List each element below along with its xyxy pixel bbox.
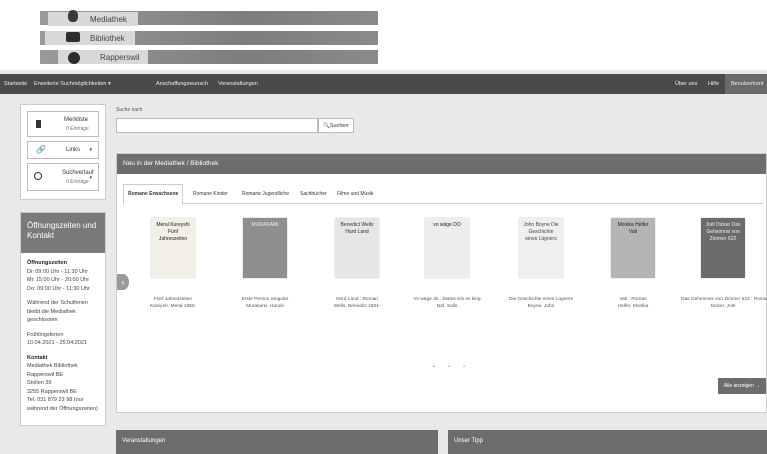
- new-items-tabs: Romane Erwachsene Romane Kinder Romane J…: [123, 182, 763, 205]
- book-author: Helfer, Monika: [617, 304, 649, 309]
- sidebar: Merkliste 0 Einträge 🔗 Links ▾ Suchverla…: [20, 104, 106, 426]
- book-cover[interactable]: John Boyne Die Geschichte eines Lügners: [519, 218, 563, 278]
- carousel-prev-button[interactable]: ‹: [117, 274, 129, 290]
- book-cover-text: MURAKAMI: [251, 222, 279, 228]
- book-item[interactable]: vo wäge DO Vo wäge do : lisstes isis es …: [405, 218, 489, 310]
- search-label: Suche nach: [116, 107, 143, 113]
- book-cover[interactable]: Monika Helfer Vati: [611, 218, 655, 278]
- book-cover-text: Joël Dicker Das Geheimnis von Zimmer 622: [705, 222, 741, 242]
- search-button-label: Suchen: [329, 123, 349, 129]
- bookmark-icon: [36, 120, 41, 128]
- contact-line: während der Öffnungszeiten): [27, 405, 98, 412]
- tab-filme-musik[interactable]: Filme und Musik: [333, 185, 377, 204]
- user-tools-box: Merkliste 0 Einträge 🔗 Links ▾ Suchverla…: [20, 104, 106, 200]
- contact-line: Stollen 39: [27, 380, 52, 386]
- book-author: Boyne, John: [527, 304, 555, 309]
- book-author: Wells, Benedict 1984-: [333, 304, 381, 309]
- opening-hours-body: Öffnungszeiten Di: 09:00 Uhr - 11:30 Uhr…: [21, 253, 105, 425]
- book-cover-text: John Boyne Die Geschichte eines Lügners: [523, 222, 559, 242]
- history-icon: [34, 172, 42, 180]
- hours-heading: Öffnungszeiten: [27, 260, 68, 266]
- tab-romane-erwachsene[interactable]: Romane Erwachsene: [123, 184, 184, 205]
- book-cover-text: Benedict Wells Hard Land: [340, 222, 374, 235]
- chevron-down-icon: ▾: [89, 175, 92, 181]
- book-title: Nord Land : Roman: [336, 297, 378, 302]
- book-item[interactable]: Benedict Wells Hard Land Nord Land : Rom…: [315, 218, 399, 310]
- chevron-down-icon: ▾: [89, 147, 92, 153]
- logo-word-mediathek[interactable]: Mediathek: [48, 12, 138, 26]
- book-item[interactable]: Monika Helfer Vati Vati : Roman Helfer, …: [591, 218, 675, 310]
- nav-advanced-search[interactable]: Erweiterte Suchmöglichkeiten ▾: [34, 74, 111, 94]
- holiday-dates: 10.04.2021 - 25.04.2021: [27, 340, 87, 346]
- watchlist-label: Merkliste: [64, 117, 89, 123]
- chevron-left-icon: ‹: [121, 277, 125, 287]
- events-panel-title: Veranstaltungen: [116, 430, 438, 454]
- links-label: Links: [66, 147, 81, 153]
- book-cover-text: vo wäge DO: [433, 222, 461, 228]
- hours-line: Do: 09:00 Uhr - 11:30 Uhr: [27, 285, 90, 292]
- book-item[interactable]: Meral Kureyshi Fünf Jahreszeiten Fünf Ja…: [131, 218, 215, 310]
- book-cover-text: Monika Helfer Vati: [617, 222, 649, 235]
- book-item[interactable]: Joël Dicker Das Geheimnis von Zimmer 622…: [681, 218, 767, 310]
- book-title: Die Geschichte eines Lügners: [509, 297, 573, 302]
- main-navbar: Startseite Erweiterte Suchmöglichkeiten …: [0, 74, 767, 94]
- history-count: 0 Einträge: [66, 179, 89, 185]
- book-cover[interactable]: vo wäge DO: [425, 218, 469, 278]
- logo-word-bibliothek[interactable]: Bibliothek: [45, 31, 135, 45]
- watchlist-count: 0 Einträge: [66, 126, 89, 132]
- book-author: Kareyeh, Meral 1983-: [149, 304, 197, 309]
- contact-line: Mediathek Bibliothek: [27, 363, 78, 369]
- tip-panel-title: Unser Tipp: [448, 430, 767, 454]
- book-author: Dicker, Joël: [710, 304, 736, 309]
- new-items-panel: Neu in der Mediathek / Bibliothek Romane…: [116, 153, 767, 413]
- logo-reader-figure: [64, 8, 82, 68]
- nav-home[interactable]: Startseite: [4, 74, 27, 94]
- contact-line: 3255 Rapperswil BE: [27, 388, 77, 395]
- watchlist-button[interactable]: Merkliste 0 Einträge: [27, 111, 99, 137]
- book-author: Näf, Salis: [436, 304, 458, 309]
- search-input[interactable]: [116, 118, 318, 133]
- carousel-dots[interactable]: • • •: [433, 364, 471, 370]
- holiday-note: Während der Schulferien bleibt die Media…: [27, 300, 88, 323]
- new-items-title: Neu in der Mediathek / Bibliothek: [117, 154, 766, 174]
- site-header: Mediathek Bibliothek Rapperswil: [0, 0, 767, 70]
- links-dropdown[interactable]: 🔗 Links ▾: [27, 141, 99, 159]
- book-title: Fünf Jahreszeiten: [153, 297, 193, 302]
- book-cover[interactable]: MURAKAMI: [243, 218, 287, 278]
- nav-help[interactable]: Hilfe: [708, 74, 719, 94]
- book-title: Vo wäge do : lisstes isis es king: [413, 297, 481, 302]
- opening-hours-box: Öffnungszeiten und Kontakt Öffnungszeite…: [20, 212, 106, 426]
- hours-line: Mi: 15:00 Uhr - 20:00 Uhr: [27, 277, 90, 283]
- nav-account[interactable]: Benutzerkont: [725, 74, 767, 94]
- book-title: Das Geheimnis von Zimmer 622 : Roman: [681, 297, 767, 302]
- book-author: Murakami, Haruki: [246, 304, 284, 309]
- book-item[interactable]: John Boyne Die Geschichte eines Lügners …: [499, 218, 583, 310]
- search-button[interactable]: 🔍Suchen: [318, 118, 354, 133]
- book-item[interactable]: MURAKAMI Erste Person Singular Murakami,…: [223, 218, 307, 310]
- nav-about[interactable]: Über uns: [675, 74, 697, 94]
- tab-sachbuecher[interactable]: Sachbücher: [296, 185, 331, 204]
- book-title: Erste Person Singular: [241, 297, 289, 302]
- show-all-button[interactable]: Alle anzeigen →: [718, 378, 766, 394]
- book-cover[interactable]: Benedict Wells Hard Land: [335, 218, 379, 278]
- tab-romane-kinder[interactable]: Romane Kinder: [189, 185, 232, 204]
- book-title: Vati : Roman: [619, 297, 647, 302]
- nav-events[interactable]: Veranstaltungen: [218, 74, 258, 94]
- tab-romane-jugendliche[interactable]: Romane Jugendliche: [238, 185, 293, 204]
- holiday-name: Frühlingsferien: [27, 331, 64, 338]
- book-cover[interactable]: Joël Dicker Das Geheimnis von Zimmer 622: [701, 218, 745, 278]
- contact-line: Rapperswil BE: [27, 371, 64, 378]
- book-cover-text: Meral Kureyshi Fünf Jahreszeiten: [156, 222, 190, 242]
- book-cover[interactable]: Meral Kureyshi Fünf Jahreszeiten: [151, 218, 195, 278]
- search-history-dropdown[interactable]: Suchverlauf 0 Einträge ▾: [27, 163, 99, 191]
- link-icon: 🔗: [36, 145, 46, 154]
- contact-heading: Kontakt: [27, 354, 48, 361]
- contact-phone: Tel. 031 879 23 98 (nur: [27, 397, 84, 403]
- nav-purchase-request[interactable]: Anschaffungswunsch: [156, 74, 208, 94]
- opening-hours-title: Öffnungszeiten und Kontakt: [21, 213, 105, 253]
- hours-line: Di: 09:00 Uhr - 11:30 Uhr: [27, 268, 89, 275]
- search-icon: 🔍: [323, 123, 330, 129]
